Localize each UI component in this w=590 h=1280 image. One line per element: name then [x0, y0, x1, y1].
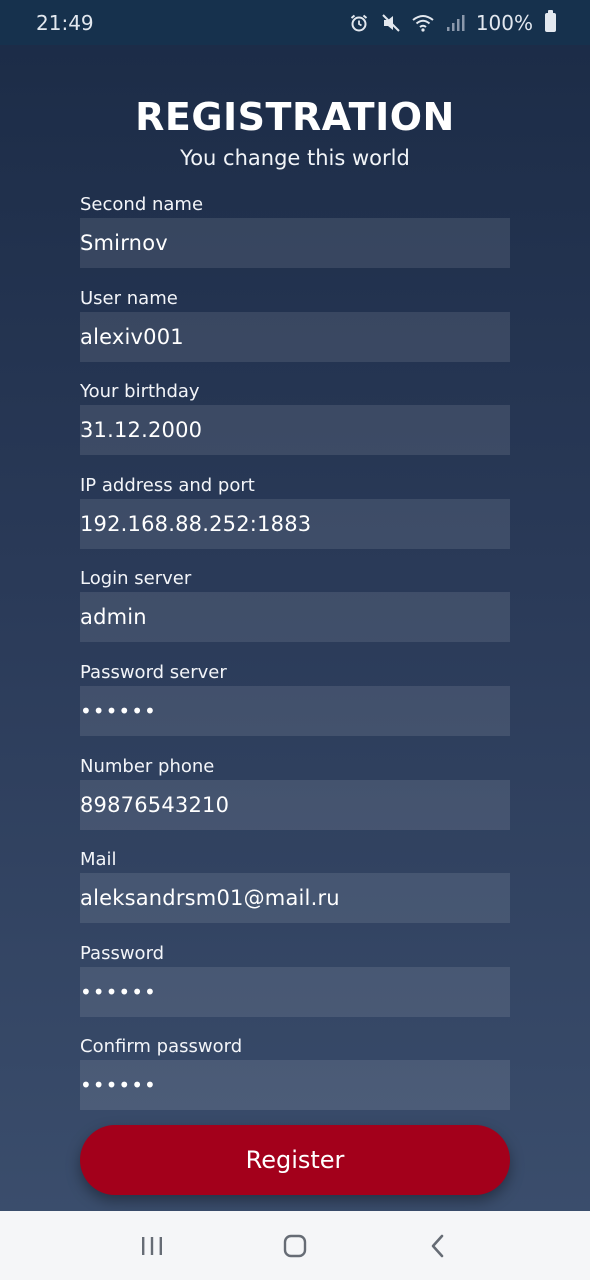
field-ip-address: IP address and port 192.168.88.252:1883: [80, 473, 510, 567]
register-button[interactable]: Register: [80, 1125, 510, 1195]
battery-percent: 100%: [475, 10, 533, 35]
field-login-server: Login server admin: [80, 566, 510, 660]
field-label: Login server: [80, 568, 192, 590]
home-icon: [283, 1234, 307, 1257]
page-title: REGISTRATION: [135, 95, 455, 139]
login-server-input[interactable]: admin: [80, 592, 510, 643]
field-phone: Number phone 89876543210: [80, 754, 510, 848]
wifi-icon: [412, 12, 434, 34]
field-second-name: Second name Smirnov: [80, 192, 510, 286]
home-button[interactable]: [265, 1216, 325, 1276]
field-label: User name: [80, 287, 178, 309]
mute-icon: [380, 12, 402, 34]
field-confirm-password: Confirm password ••••••: [80, 1034, 510, 1128]
field-user-name: User name alexiv001: [80, 286, 510, 380]
field-label: Password: [80, 942, 165, 964]
recent-apps-icon: [141, 1236, 162, 1255]
alarm-icon: [348, 12, 370, 34]
ip-address-input[interactable]: 192.168.88.252:1883: [80, 498, 510, 549]
recent-apps-button[interactable]: [122, 1216, 182, 1276]
field-mail: Mail aleksandrsm01@mail.ru: [80, 847, 510, 941]
signal-icon: [444, 12, 466, 34]
status-time: 21:49: [36, 10, 94, 35]
back-button[interactable]: [408, 1216, 468, 1276]
phone-input[interactable]: 89876543210: [80, 779, 510, 830]
page-subtitle: You change this world: [180, 146, 410, 170]
field-birthday: Your birthday 31.12.2000: [80, 379, 510, 473]
navigation-bar: [0, 1211, 590, 1280]
second-name-input[interactable]: Smirnov: [80, 218, 510, 268]
battery-icon: [545, 10, 556, 32]
mail-input[interactable]: aleksandrsm01@mail.ru: [80, 873, 510, 924]
status-icons: 100%: [348, 10, 556, 35]
user-name-input[interactable]: alexiv001: [80, 311, 510, 362]
confirm-password-input[interactable]: ••••••: [80, 1060, 510, 1111]
birthday-input[interactable]: 31.12.2000: [80, 405, 510, 456]
field-password: Password ••••••: [80, 941, 510, 1035]
status-bar: 21:49 100%: [0, 0, 590, 45]
field-label: Second name: [80, 194, 204, 215]
field-label: Your birthday: [80, 381, 200, 403]
field-password-server: Password server ••••••: [80, 660, 510, 754]
field-label: Number phone: [80, 755, 215, 777]
registration-form: Second name Smirnov User name alexiv001 …: [80, 192, 510, 1128]
password-input[interactable]: ••••••: [80, 966, 510, 1017]
field-label: IP address and port: [80, 474, 255, 496]
field-label: Password server: [80, 661, 227, 683]
field-label: Confirm password: [80, 1036, 243, 1058]
back-icon: [432, 1234, 444, 1257]
password-server-input[interactable]: ••••••: [80, 685, 510, 736]
field-label: Mail: [80, 849, 117, 871]
